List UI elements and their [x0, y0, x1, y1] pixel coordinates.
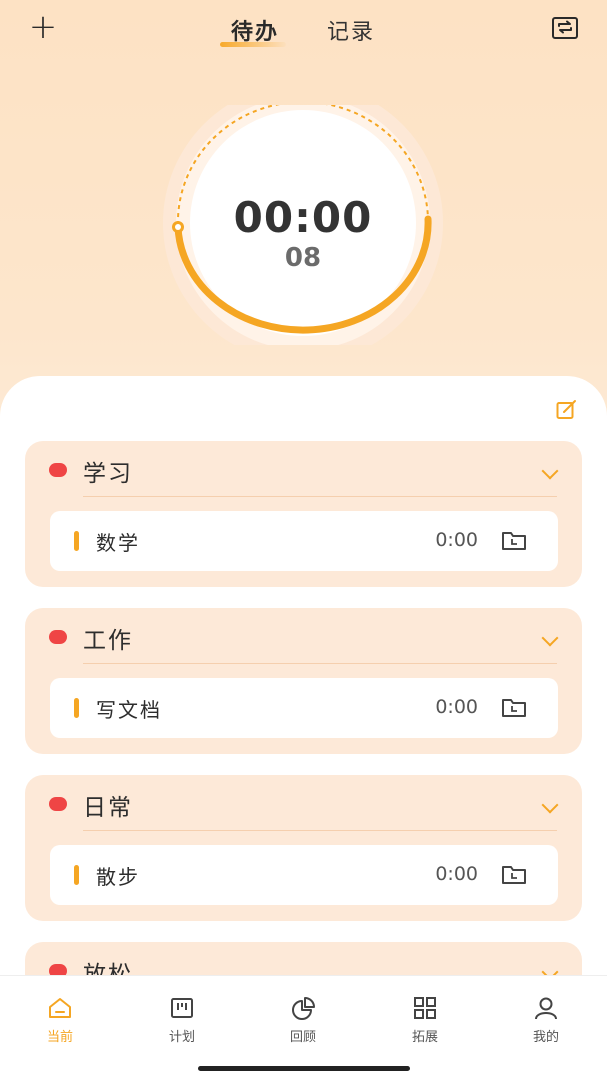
timer-dial[interactable]: 00:00 08	[162, 83, 444, 363]
folder-icon[interactable]	[501, 865, 527, 885]
chevron-down-icon[interactable]	[541, 462, 559, 480]
nav-item-extend[interactable]: 拓展	[385, 996, 465, 1045]
home-icon	[49, 998, 71, 1018]
nav-item-current[interactable]: 当前	[20, 996, 100, 1045]
nav-item-mine[interactable]: 我的	[506, 996, 586, 1045]
nav-item-review[interactable]: 回顾	[263, 996, 343, 1045]
group-study: 学习 数学 0:00	[25, 441, 582, 587]
switch-button[interactable]	[552, 17, 578, 39]
task-name: 写文档	[96, 698, 162, 722]
board-icon	[171, 998, 193, 1018]
group-header[interactable]: 学习	[25, 441, 582, 497]
task-item[interactable]: 数学 0:00	[50, 511, 558, 571]
chevron-down-icon[interactable]	[541, 796, 559, 814]
task-time: 0:00	[435, 696, 478, 718]
edit-icon[interactable]	[556, 398, 578, 420]
nav-label: 我的	[532, 1030, 559, 1045]
pie-chart-icon	[292, 997, 315, 1020]
task-item[interactable]: 散步 0:00	[50, 845, 558, 905]
nav-label: 计划	[168, 1030, 195, 1045]
task-marker	[74, 531, 79, 551]
task-name: 数学	[96, 531, 140, 555]
group-work: 工作 写文档 0:00	[25, 608, 582, 754]
folder-icon[interactable]	[501, 531, 527, 551]
task-item[interactable]: 写文档 0:00	[50, 678, 558, 738]
nav-label: 回顾	[289, 1030, 316, 1045]
task-marker	[74, 865, 79, 885]
grid-icon	[414, 997, 436, 1019]
group-daily: 日常 散步 0:00	[25, 775, 582, 921]
divider	[83, 663, 557, 664]
timer-seconds: 08	[284, 243, 322, 273]
divider	[83, 830, 557, 831]
nav-label: 拓展	[411, 1030, 438, 1045]
nav-item-plan[interactable]: 计划	[142, 996, 222, 1045]
task-time: 0:00	[435, 863, 478, 885]
home-indicator	[198, 1066, 410, 1071]
task-time: 0:00	[435, 529, 478, 551]
group-title: 放松	[83, 962, 133, 976]
group-relax: 放松	[25, 942, 582, 976]
nav-label: 当前	[46, 1030, 73, 1045]
plus-icon: +	[28, 7, 58, 47]
task-name: 散步	[96, 865, 140, 889]
active-tab-indicator	[220, 42, 286, 47]
group-header[interactable]: 放松	[25, 942, 582, 976]
group-color-dot	[49, 797, 67, 811]
chevron-down-icon[interactable]	[541, 629, 559, 647]
add-button[interactable]: +	[28, 10, 58, 44]
group-title: 工作	[83, 628, 133, 654]
top-bar: + 待办 记录	[0, 0, 607, 60]
task-marker	[74, 698, 79, 718]
group-header[interactable]: 工作	[25, 608, 582, 664]
task-sheet: 学习 数学 0:00 工作 写文档 0:00 日常 散步 0:00 放松	[0, 376, 607, 976]
timer-display: 00:00	[233, 193, 373, 242]
divider	[83, 496, 557, 497]
group-title: 日常	[83, 795, 133, 821]
tab-record[interactable]: 记录	[327, 14, 375, 46]
user-icon	[535, 997, 557, 1020]
group-header[interactable]: 日常	[25, 775, 582, 831]
group-color-dot	[49, 630, 67, 644]
group-color-dot	[49, 463, 67, 477]
group-title: 学习	[83, 461, 133, 487]
refresh-square-icon	[558, 20, 572, 34]
folder-icon[interactable]	[501, 698, 527, 718]
